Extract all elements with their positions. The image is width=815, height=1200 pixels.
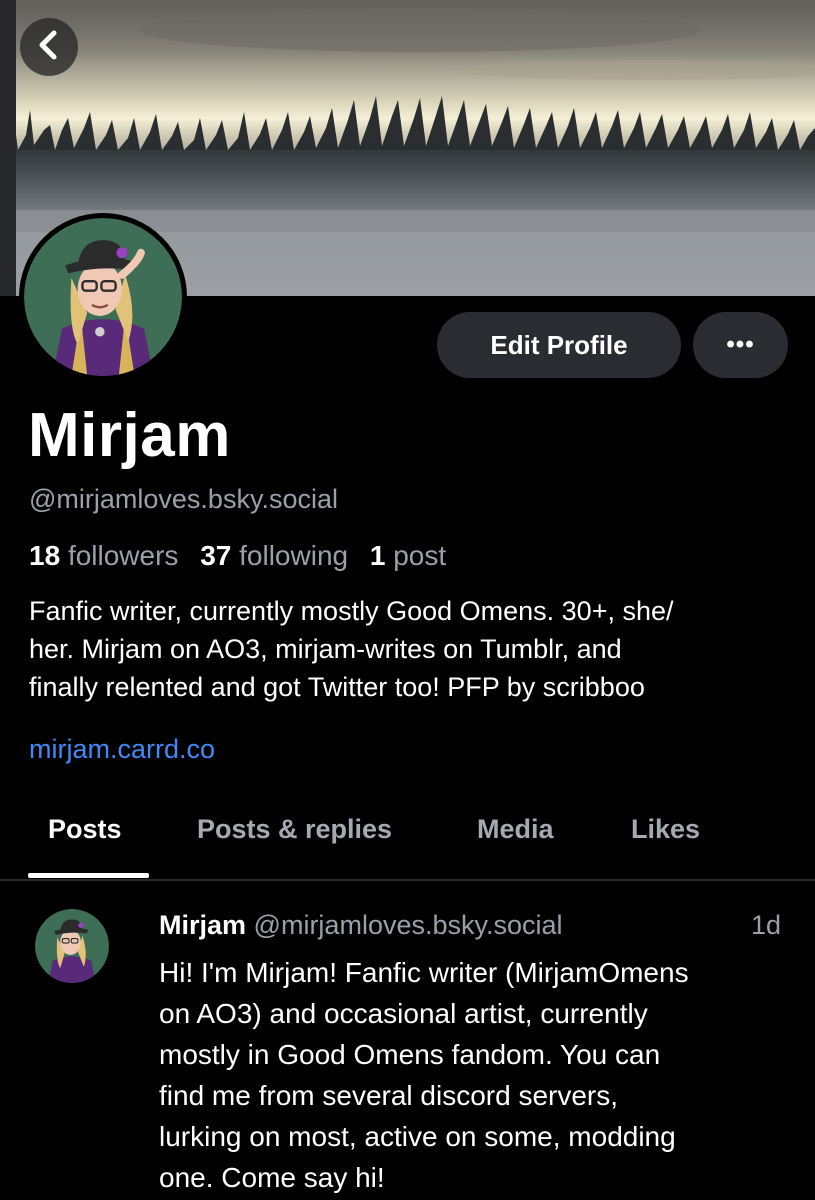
following-label: following [239,540,349,571]
profile-bio: Fanfic writer, currently mostly Good Ome… [29,592,799,706]
followers-link[interactable]: 18 followers [29,540,178,571]
post-author-handle[interactable]: @mirjamloves.bsky.social [254,910,563,940]
chevron-left-icon [34,30,64,65]
post-text-line: find me from several discord servers, [159,1080,619,1111]
profile-website-link[interactable]: mirjam.carrd.co [29,734,215,765]
more-options-icon: ••• [726,331,755,358]
post-text-line: on AO3) and occasional artist, currently [159,998,648,1029]
profile-stats: 18 followers 37 following 1 post [29,540,446,572]
post-timestamp: 1d [751,910,782,940]
back-button[interactable] [20,18,78,76]
post-author-name[interactable]: Mirjam [159,910,246,940]
more-options-button[interactable]: ••• [693,312,788,378]
post-header: Mirjam @mirjamloves.bsky.social [159,910,563,941]
following-link[interactable]: 37 following [200,540,348,571]
bio-line: Fanfic writer, currently mostly Good Ome… [29,596,674,626]
tab-media[interactable]: Media [477,814,554,845]
profile-avatar[interactable] [19,213,187,381]
tab-posts-and-replies[interactable]: Posts & replies [197,814,392,845]
active-tab-indicator [28,873,149,878]
tabs-divider [0,879,815,881]
posts-count-item: 1 post [370,540,446,571]
tab-likes[interactable]: Likes [631,814,700,845]
followers-label: followers [67,540,179,571]
post-text-line: Hi! I'm Mirjam! Fanfic writer (MirjamOme… [159,957,689,988]
bio-line: her. Mirjam on AO3, mirjam-writes on Tum… [29,634,622,664]
avatar-illustration [35,909,109,983]
post-text-line: lurking on most, active on some, modding [159,1121,676,1152]
avatar-illustration [24,218,182,376]
post-author-avatar[interactable] [35,909,109,983]
post-text: Hi! I'm Mirjam! Fanfic writer (MirjamOme… [159,952,799,1198]
profile-tabs: Posts Posts & replies Media Likes [0,800,815,880]
post-text-line: one. Come say hi! [159,1162,385,1193]
following-count: 37 [200,540,232,571]
post-text-line: mostly in Good Omens fandom. You can [159,1039,661,1070]
posts-count: 1 [369,540,386,571]
bio-line: finally relented and got Twitter too! PF… [29,672,645,702]
edit-profile-label: Edit Profile [490,329,628,360]
followers-count: 18 [29,540,61,571]
profile-display-name: Mirjam [28,401,231,470]
feed-post[interactable]: Mirjam @mirjamloves.bsky.social 1d Hi! I… [0,882,815,1200]
posts-label: post [393,540,447,571]
edit-profile-button[interactable]: Edit Profile [437,312,681,378]
profile-handle: @mirjamloves.bsky.social [29,484,338,514]
tab-posts[interactable]: Posts [48,814,122,845]
